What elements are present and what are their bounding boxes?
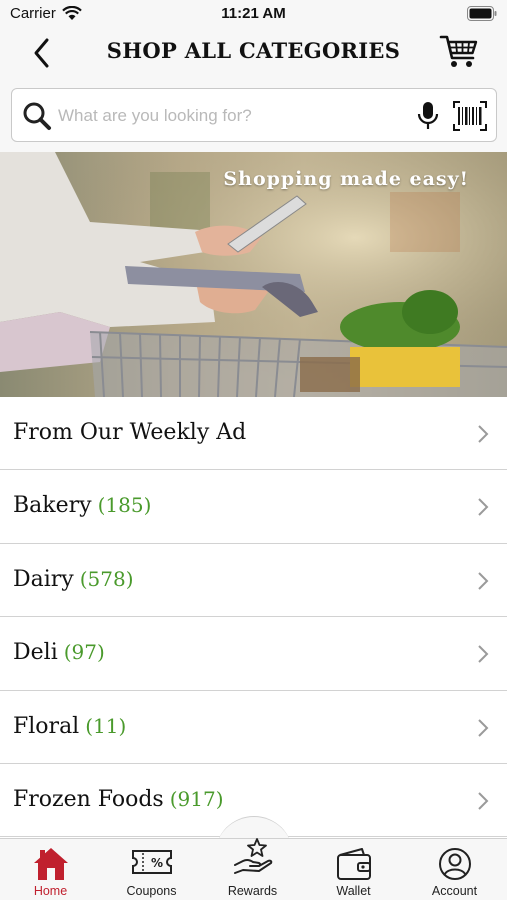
category-name: Bakery	[13, 493, 92, 519]
category-row-floral[interactable]: Floral (11)	[0, 690, 507, 764]
chevron-right-icon	[478, 645, 489, 663]
cart-icon	[439, 35, 478, 67]
category-name: Deli	[13, 640, 58, 666]
category-name: From Our Weekly Ad	[13, 420, 247, 445]
clock: 11:21 AM	[221, 5, 286, 22]
category-label: Deli (97)	[13, 640, 105, 665]
search-box[interactable]	[11, 88, 497, 142]
tab-rewards[interactable]: Rewards	[202, 838, 303, 900]
tab-home[interactable]: Home	[0, 839, 101, 900]
tab-account[interactable]: Account	[404, 839, 505, 900]
barcode-scanner-icon[interactable]	[453, 101, 487, 131]
category-count: (917)	[169, 786, 224, 811]
tab-coupons[interactable]: % Coupons	[101, 839, 202, 900]
category-label: Dairy (578)	[13, 567, 134, 592]
search-icon	[23, 102, 51, 130]
category-name: Frozen Foods	[13, 786, 164, 812]
svg-text:%: %	[150, 856, 162, 870]
home-icon	[33, 848, 68, 880]
tab-label: Wallet	[336, 884, 371, 898]
category-list: From Our Weekly Ad Bakery (185) Dairy (578…	[0, 397, 507, 838]
wallet-icon	[336, 848, 371, 880]
chevron-right-icon	[478, 425, 489, 443]
tab-label: Home	[33, 884, 68, 898]
promo-banner: Shopping made easy!	[0, 152, 507, 397]
category-label: From Our Weekly Ad	[13, 420, 246, 445]
page-title: SHOP ALL CATEGORIES	[106, 38, 401, 63]
tab-label: Rewards	[227, 884, 278, 898]
category-row-weekly-ad[interactable]: From Our Weekly Ad	[0, 397, 507, 471]
search-bar	[0, 78, 507, 152]
category-name: Floral	[13, 713, 80, 739]
cart-button[interactable]	[439, 32, 479, 70]
chevron-right-icon	[478, 718, 489, 737]
chevron-right-icon	[478, 572, 489, 590]
battery-icon	[467, 6, 497, 21]
category-label: Floral (11)	[13, 714, 126, 739]
banner-caption: Shopping made easy!	[223, 168, 469, 190]
coupon-icon: %	[131, 850, 172, 874]
microphone-icon[interactable]	[416, 101, 440, 131]
tab-wallet[interactable]: Wallet	[303, 839, 404, 900]
nav-bar: SHOP ALL CATEGORIES	[0, 28, 507, 78]
tab-label: Account	[431, 884, 478, 898]
category-name: Dairy	[13, 566, 74, 592]
tab-label: Coupons	[126, 884, 177, 898]
status-bar: Carrier 11:21 AM	[0, 0, 507, 28]
category-row-deli[interactable]: Deli (97)	[0, 617, 507, 691]
category-label: Bakery (185)	[13, 493, 151, 518]
category-count: (11)	[85, 713, 127, 738]
chevron-right-icon	[478, 792, 489, 810]
category-row-dairy[interactable]: Dairy (578)	[0, 543, 507, 618]
category-row-bakery[interactable]: Bakery (185)	[0, 470, 507, 544]
rewards-icon	[233, 838, 272, 874]
chevron-right-icon	[478, 498, 489, 517]
category-count: (97)	[63, 640, 105, 665]
tab-bar: Home % Coupons Rewards Wallet Account	[0, 838, 507, 900]
search-input[interactable]	[58, 101, 398, 131]
category-count: (578)	[79, 566, 134, 591]
category-count: (185)	[97, 493, 152, 518]
category-label: Frozen Foods (917)	[13, 787, 224, 812]
account-icon	[438, 848, 471, 880]
